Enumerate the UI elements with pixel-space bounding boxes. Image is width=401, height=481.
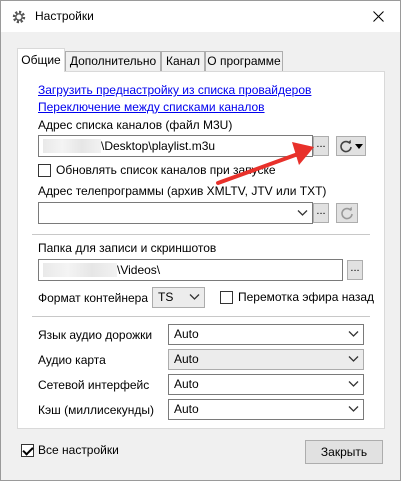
cache-select[interactable]: Auto xyxy=(168,399,364,420)
playlist-refresh-button[interactable] xyxy=(336,136,366,156)
network-label: Сетевой интерфейс xyxy=(38,378,150,392)
timeshift-checkbox[interactable] xyxy=(220,291,233,304)
update-on-start-checkbox[interactable] xyxy=(38,164,51,177)
tab-advanced[interactable]: Дополнительно xyxy=(65,51,161,71)
epg-refresh-button[interactable] xyxy=(336,203,358,223)
cache-value: Auto xyxy=(174,402,199,416)
cache-label: Кэш (миллисекунды) xyxy=(38,403,155,417)
chevron-down-icon xyxy=(297,210,308,216)
playlist-input[interactable]: \Desktop\playlist.m3u xyxy=(38,135,313,157)
chevron-down-icon xyxy=(348,331,359,337)
epg-browse-button[interactable]: ... xyxy=(313,203,329,223)
all-settings-label: Все настройки xyxy=(38,443,119,457)
section-divider xyxy=(32,234,370,235)
title-bar: Настройки xyxy=(1,1,400,32)
all-settings-checkbox[interactable] xyxy=(21,444,34,457)
refresh-icon xyxy=(341,206,353,220)
playlist-value: \Desktop\playlist.m3u xyxy=(101,139,216,153)
tab-about[interactable]: О программе xyxy=(205,51,283,71)
tab-general[interactable]: Общие xyxy=(17,48,65,72)
update-on-start-label: Обновлять список каналов при запуске xyxy=(56,163,276,177)
audio-card-value: Auto xyxy=(174,352,199,366)
record-folder-browse-button[interactable]: ... xyxy=(347,260,363,280)
close-icon xyxy=(372,10,384,22)
load-preset-link[interactable]: Загрузить преднастройку из списка провай… xyxy=(38,83,311,97)
container-label: Формат контейнера xyxy=(38,291,149,305)
playlist-label: Адрес списка каналов (файл M3U) xyxy=(38,118,233,132)
record-folder-label: Папка для записи и скриншотов xyxy=(38,241,217,255)
chevron-down-icon xyxy=(348,381,359,387)
general-tab-panel: Загрузить преднастройку из списка провай… xyxy=(17,71,385,429)
chevron-down-icon xyxy=(348,406,359,412)
switch-lists-link[interactable]: Переключение между списками каналов xyxy=(38,100,265,114)
close-button[interactable]: Закрыть xyxy=(305,440,383,464)
network-select[interactable]: Auto xyxy=(168,374,364,395)
tab-channel[interactable]: Канал xyxy=(161,51,205,71)
refresh-icon xyxy=(340,139,352,153)
chevron-down-icon xyxy=(348,356,359,362)
container-select[interactable]: TS xyxy=(152,287,205,308)
gear-icon xyxy=(12,10,26,24)
epg-combo[interactable] xyxy=(38,202,313,224)
timeshift-label: Перемотка эфира назад xyxy=(238,290,375,304)
settings-window: Настройки Общие Дополнительно Канал О пр… xyxy=(0,0,401,481)
section-divider xyxy=(32,316,370,317)
window-title: Настройки xyxy=(35,9,94,23)
audio-track-select[interactable]: Auto xyxy=(168,324,364,345)
record-folder-input[interactable]: \Videos\ xyxy=(38,259,343,281)
redacted-path xyxy=(43,139,101,153)
epg-label: Адрес телепрограммы (архив XMLTV, JTV ил… xyxy=(38,184,327,198)
network-value: Auto xyxy=(174,377,199,391)
audio-track-label: Язык аудио дорожки xyxy=(38,328,153,342)
window-close-button[interactable] xyxy=(356,1,400,31)
playlist-browse-button[interactable]: ... xyxy=(313,136,329,156)
audio-card-select[interactable]: Auto xyxy=(168,349,364,370)
redacted-path xyxy=(43,263,117,277)
record-folder-value: \Videos\ xyxy=(117,263,161,277)
dropdown-arrow-icon xyxy=(355,144,363,149)
audio-card-label: Аудио карта xyxy=(38,353,106,367)
chevron-down-icon xyxy=(189,294,200,300)
audio-track-value: Auto xyxy=(174,327,199,341)
container-value: TS xyxy=(158,290,174,304)
